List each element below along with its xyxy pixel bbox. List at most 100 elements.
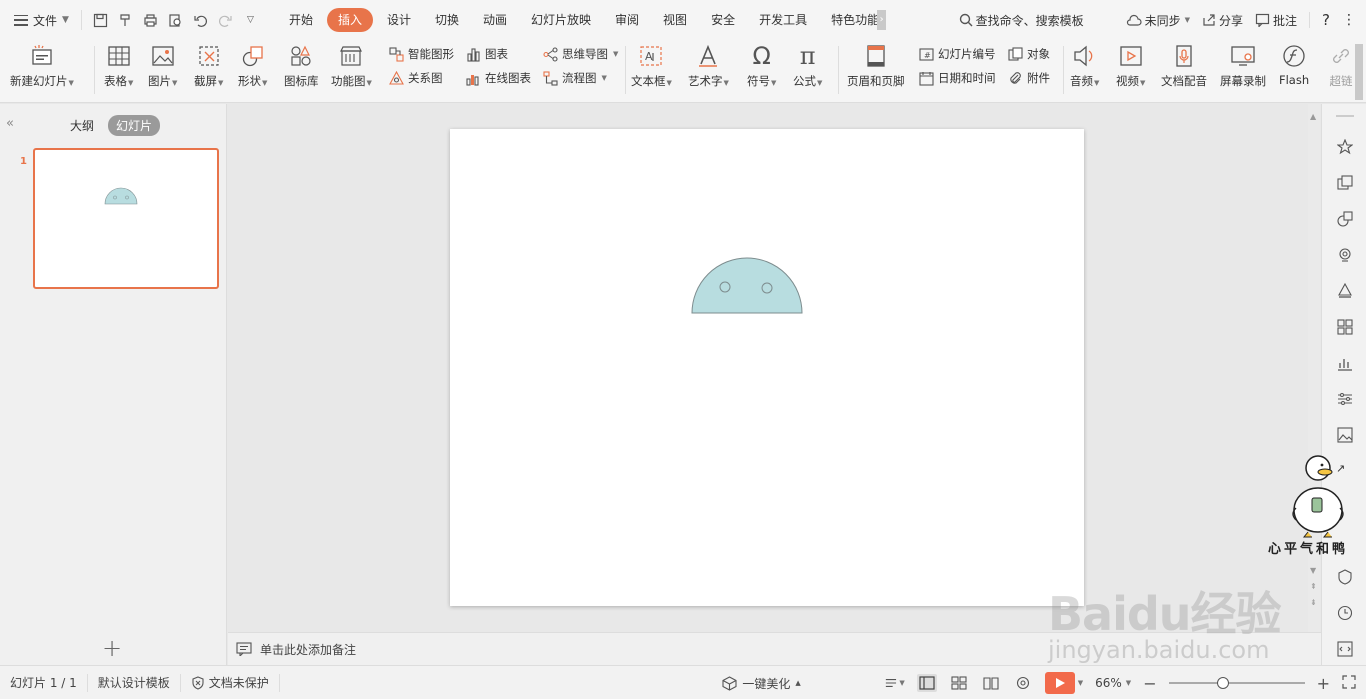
scroll-down-icon[interactable]: ▼: [1310, 566, 1316, 575]
help-button[interactable]: ?: [1322, 11, 1330, 29]
play-slideshow-button[interactable]: [1044, 672, 1075, 694]
beautify-button[interactable]: 一键美化 ▲: [722, 675, 801, 692]
relation-chart-button[interactable]: 关系图: [388, 70, 443, 86]
tab-insert[interactable]: 插入: [326, 8, 373, 32]
tab-security[interactable]: 安全: [699, 8, 747, 32]
next-slide-icon[interactable]: ⇟: [1310, 598, 1317, 607]
protection-status[interactable]: 文档未保护: [181, 673, 280, 692]
tab-outline[interactable]: 大纲: [62, 115, 102, 136]
flash-button[interactable]: Flash: [1279, 40, 1309, 87]
slide-sorter-icon[interactable]: [949, 674, 969, 692]
save-icon[interactable]: [92, 12, 109, 29]
chart-panel-icon[interactable]: [1336, 354, 1354, 372]
header-footer-button[interactable]: 页眉和页脚: [847, 40, 905, 89]
tab-slides[interactable]: 幻灯片: [108, 115, 161, 136]
tab-design[interactable]: 设计: [375, 8, 423, 32]
shape-panel-icon[interactable]: [1336, 210, 1354, 228]
history-icon[interactable]: [1336, 604, 1354, 622]
picture-button[interactable]: 图片▼: [148, 40, 177, 89]
copy-icon[interactable]: [1336, 174, 1354, 192]
wordart-button[interactable]: 艺术字▼: [688, 40, 729, 89]
print-icon[interactable]: [142, 12, 159, 29]
file-menu[interactable]: 文件 ▼: [0, 0, 77, 40]
zoom-out-button[interactable]: −: [1143, 674, 1156, 693]
tab-animation[interactable]: 动画: [471, 8, 519, 32]
screen-record-button[interactable]: 屏幕录制: [1220, 40, 1266, 89]
tabs-scroll-right[interactable]: ›: [877, 10, 887, 30]
zoom-slider-knob[interactable]: [1216, 677, 1229, 689]
comment-button[interactable]: 批注: [1255, 12, 1297, 29]
function-chart-button[interactable]: 功能图▼: [331, 40, 372, 89]
tab-view[interactable]: 视图: [651, 8, 699, 32]
fit-window-icon[interactable]: [1342, 674, 1356, 692]
location-icon[interactable]: [1336, 246, 1354, 264]
online-chart-button[interactable]: 在线图表: [465, 70, 531, 86]
new-slide-button[interactable]: 新建幻灯片▼: [10, 40, 74, 89]
picture-icon: [150, 43, 176, 69]
chevron-down-icon[interactable]: ▼: [1078, 679, 1083, 687]
collapse-panel-icon[interactable]: «: [6, 116, 14, 131]
audio-button[interactable]: 音频▼: [1070, 40, 1099, 89]
flowchart-button[interactable]: 流程图 ▼: [542, 70, 607, 86]
zoom-slider[interactable]: [1168, 677, 1305, 689]
tab-review[interactable]: 审阅: [603, 8, 651, 32]
scroll-up-icon[interactable]: ▲: [1310, 112, 1316, 121]
search-icon: [959, 13, 973, 27]
slide-thumbnail[interactable]: [33, 148, 219, 289]
add-slide-button[interactable]: +: [102, 634, 122, 662]
code-icon[interactable]: [1336, 640, 1354, 658]
icon-library-button[interactable]: 图标库: [284, 40, 319, 89]
presenter-view-icon[interactable]: [1013, 674, 1033, 692]
shape-button[interactable]: 形状▼: [238, 40, 267, 89]
star-icon[interactable]: [1336, 138, 1354, 156]
attachment-button[interactable]: 附件: [1007, 70, 1050, 86]
undo-icon[interactable]: [192, 12, 209, 29]
settings-sliders-icon[interactable]: [1336, 390, 1354, 408]
image-panel-icon[interactable]: [1336, 426, 1354, 444]
design-template[interactable]: 默认设计模板: [88, 673, 181, 692]
mindmap-button[interactable]: 思维导图 ▼: [542, 46, 618, 62]
normal-view-icon[interactable]: [916, 674, 937, 692]
tab-home[interactable]: 开始: [277, 8, 325, 32]
semicircle-shape[interactable]: [691, 257, 803, 314]
backup-icon[interactable]: [1336, 568, 1354, 586]
screenshot-button[interactable]: 截屏▼: [194, 40, 223, 89]
chevron-down-icon: ▼: [1184, 16, 1190, 24]
reading-view-icon[interactable]: [981, 674, 1001, 692]
tab-developer[interactable]: 开发工具: [747, 8, 819, 32]
zoom-in-button[interactable]: +: [1317, 674, 1330, 693]
textbox-button[interactable]: A 文本框▼: [631, 40, 672, 89]
fill-icon[interactable]: [1336, 282, 1354, 300]
chevron-up-icon: ▲: [795, 679, 801, 687]
print-preview-icon[interactable]: [167, 12, 184, 29]
tab-slideshow[interactable]: 幻灯片放映: [519, 8, 603, 32]
share-small-icon[interactable]: ↗: [1336, 462, 1345, 475]
prev-slide-icon[interactable]: ⇞: [1310, 582, 1317, 591]
slide-canvas[interactable]: [450, 129, 1084, 606]
notes-toggle-icon[interactable]: ▼: [885, 674, 905, 692]
doc-dub-button[interactable]: 文档配音: [1161, 40, 1207, 89]
table-button[interactable]: 表格▼: [104, 40, 133, 89]
more-options-icon[interactable]: ⋮: [1342, 12, 1356, 28]
format-painter-icon[interactable]: [117, 12, 134, 29]
zoom-level[interactable]: 66% ▼: [1095, 676, 1131, 690]
hyperlink-button[interactable]: 超链: [1328, 40, 1354, 89]
smart-shape-button[interactable]: 智能图形: [388, 46, 454, 62]
share-button[interactable]: 分享: [1202, 12, 1243, 29]
video-button[interactable]: 视频▼: [1116, 40, 1145, 89]
customize-qa-icon[interactable]: ▽: [242, 12, 259, 29]
object-button[interactable]: 对象: [1007, 46, 1050, 62]
tab-transition[interactable]: 切换: [423, 8, 471, 32]
picture-label: 图片: [148, 74, 171, 88]
ribbon-scroll-right[interactable]: [1355, 44, 1363, 100]
datetime-button[interactable]: 日期和时间: [918, 70, 996, 86]
tab-features[interactable]: 特色功能: [819, 8, 883, 32]
redo-icon[interactable]: [217, 12, 234, 29]
formula-button[interactable]: π 公式▼: [793, 40, 822, 89]
command-search[interactable]: 查找命令、搜索模板: [959, 12, 1084, 29]
slide-number-button[interactable]: # 幻灯片编号: [918, 46, 996, 62]
grid-icon[interactable]: [1336, 318, 1354, 336]
chart-button[interactable]: 图表: [465, 46, 508, 62]
sync-status[interactable]: 未同步 ▼: [1126, 12, 1190, 29]
symbol-button[interactable]: Ω 符号▼: [747, 40, 776, 89]
